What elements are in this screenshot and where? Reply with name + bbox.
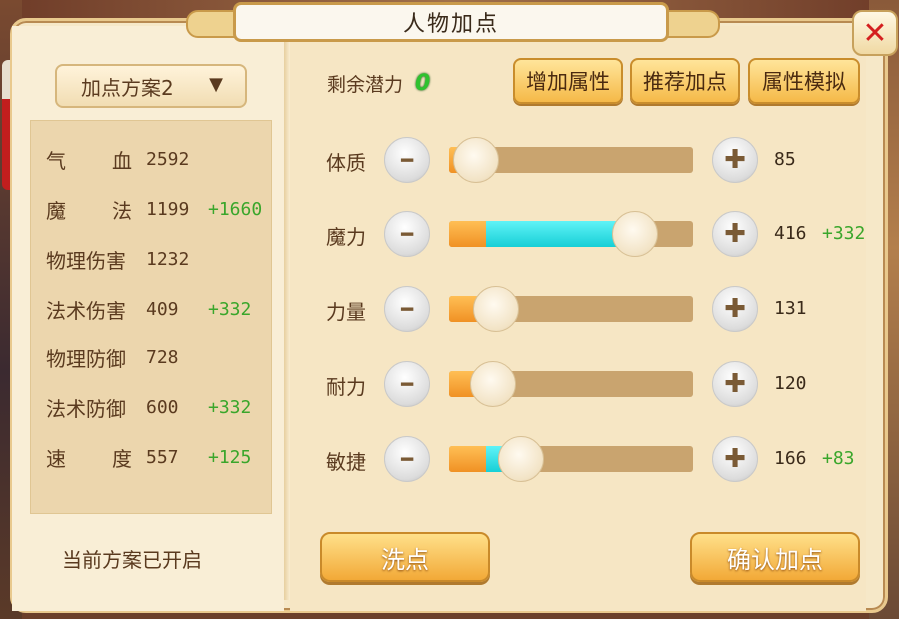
minus-icon: ━ bbox=[400, 372, 414, 396]
attribute-slider-track[interactable] bbox=[449, 446, 693, 472]
stat-name: 法术伤害 bbox=[46, 298, 126, 323]
decrease-button[interactable]: ━ bbox=[384, 137, 430, 183]
decrease-button[interactable]: ━ bbox=[384, 436, 430, 482]
chevron-down-icon: ▼ bbox=[209, 74, 223, 95]
slider-handle[interactable] bbox=[470, 361, 516, 407]
attribute-name: 耐力 bbox=[326, 375, 366, 399]
minus-icon: ━ bbox=[400, 447, 414, 471]
plan-dropdown[interactable]: 加点方案2 ▼ bbox=[55, 64, 247, 108]
confirm-points-button[interactable]: 确认加点 bbox=[690, 532, 860, 582]
attribute-base-fill bbox=[449, 221, 486, 247]
attribute-name: 敏捷 bbox=[326, 450, 366, 474]
attribute-value: 166 bbox=[774, 448, 807, 469]
plan-status: 当前方案已开启 bbox=[62, 548, 202, 572]
stat-name: 魔法 bbox=[46, 195, 132, 224]
remaining-value: 0 bbox=[415, 71, 431, 96]
stat-value: 600 bbox=[146, 396, 179, 418]
plus-icon: ✚ bbox=[724, 444, 746, 474]
stat-name-char: 气 bbox=[46, 148, 66, 173]
stat-row: 魔法 1199 +1660 bbox=[46, 194, 262, 224]
increase-button[interactable]: ✚ bbox=[712, 137, 758, 183]
stat-row: 法术伤害 409 +332 bbox=[46, 294, 251, 324]
close-icon: ✕ bbox=[862, 15, 888, 51]
attribute-name: 体质 bbox=[326, 151, 366, 175]
close-button[interactable]: ✕ bbox=[852, 10, 898, 56]
stat-name-char: 度 bbox=[112, 446, 132, 471]
slider-handle[interactable] bbox=[453, 137, 499, 183]
attribute-bonus-fill bbox=[486, 221, 620, 247]
stat-bonus: +332 bbox=[208, 298, 252, 320]
stat-value: 409 bbox=[146, 298, 179, 320]
stat-name: 速度 bbox=[46, 443, 132, 472]
minus-icon: ━ bbox=[400, 297, 414, 321]
stat-row: 物理伤害 1232 bbox=[46, 244, 208, 274]
stat-name: 物理防御 bbox=[46, 346, 126, 371]
simulate-attributes-button[interactable]: 属性模拟 bbox=[748, 58, 860, 104]
slider-handle[interactable] bbox=[612, 211, 658, 257]
attribute-bonus: +83 bbox=[822, 448, 855, 469]
stat-row: 法术防御 600 +332 bbox=[46, 392, 251, 422]
column-divider bbox=[284, 40, 290, 600]
stat-value: 728 bbox=[146, 346, 179, 368]
decrease-button[interactable]: ━ bbox=[384, 361, 430, 407]
plus-icon: ✚ bbox=[724, 145, 746, 175]
plus-icon: ✚ bbox=[724, 294, 746, 324]
stat-name: 法术防御 bbox=[46, 396, 126, 421]
stat-row: 速度 557 +125 bbox=[46, 442, 251, 472]
remaining-potential: 剩余潜力 0 bbox=[327, 70, 430, 97]
stat-bonus: +1660 bbox=[208, 198, 263, 220]
stat-bonus: +332 bbox=[208, 396, 252, 418]
plus-icon: ✚ bbox=[724, 369, 746, 399]
recommend-points-button[interactable]: 推荐加点 bbox=[630, 58, 740, 104]
increase-button[interactable]: ✚ bbox=[712, 361, 758, 407]
plus-icon: ✚ bbox=[724, 219, 746, 249]
plan-dropdown-label: 加点方案2 bbox=[81, 75, 174, 100]
stat-name-char: 速 bbox=[46, 446, 66, 471]
attribute-bonus: +332 bbox=[822, 223, 866, 244]
stat-name-char: 血 bbox=[112, 148, 132, 173]
attribute-value: 85 bbox=[774, 149, 796, 170]
wash-points-button[interactable]: 洗点 bbox=[320, 532, 490, 582]
decrease-button[interactable]: ━ bbox=[384, 211, 430, 257]
remaining-label: 剩余潜力 bbox=[327, 74, 404, 96]
attribute-name: 力量 bbox=[326, 300, 366, 324]
stat-name-char: 魔 bbox=[46, 198, 66, 223]
stat-name: 气血 bbox=[46, 145, 132, 174]
stat-name-char: 法 bbox=[112, 198, 132, 223]
minus-icon: ━ bbox=[400, 222, 414, 246]
window-title: 人物加点 bbox=[402, 12, 499, 37]
increase-button[interactable]: ✚ bbox=[712, 436, 758, 482]
stat-value: 2592 bbox=[146, 148, 190, 170]
decrease-button[interactable]: ━ bbox=[384, 286, 430, 332]
attribute-name: 魔力 bbox=[326, 225, 366, 249]
title-bar: 人物加点 bbox=[233, 2, 669, 42]
slider-handle[interactable] bbox=[498, 436, 544, 482]
attribute-value: 120 bbox=[774, 373, 807, 394]
stat-value: 1232 bbox=[146, 248, 190, 270]
stat-value: 557 bbox=[146, 446, 179, 468]
minus-icon: ━ bbox=[400, 148, 414, 172]
increase-button[interactable]: ✚ bbox=[712, 286, 758, 332]
stat-value: 1199 bbox=[146, 198, 190, 220]
stat-name: 物理伤害 bbox=[46, 248, 126, 273]
attribute-base-fill bbox=[449, 446, 486, 472]
attribute-value: 416 bbox=[774, 223, 807, 244]
slider-handle[interactable] bbox=[473, 286, 519, 332]
stat-bonus: +125 bbox=[208, 446, 252, 468]
add-attribute-button[interactable]: 增加属性 bbox=[513, 58, 623, 104]
stat-row: 气血 2592 bbox=[46, 144, 208, 174]
stat-row: 物理防御 728 bbox=[46, 342, 208, 372]
attribute-value: 131 bbox=[774, 298, 807, 319]
increase-button[interactable]: ✚ bbox=[712, 211, 758, 257]
